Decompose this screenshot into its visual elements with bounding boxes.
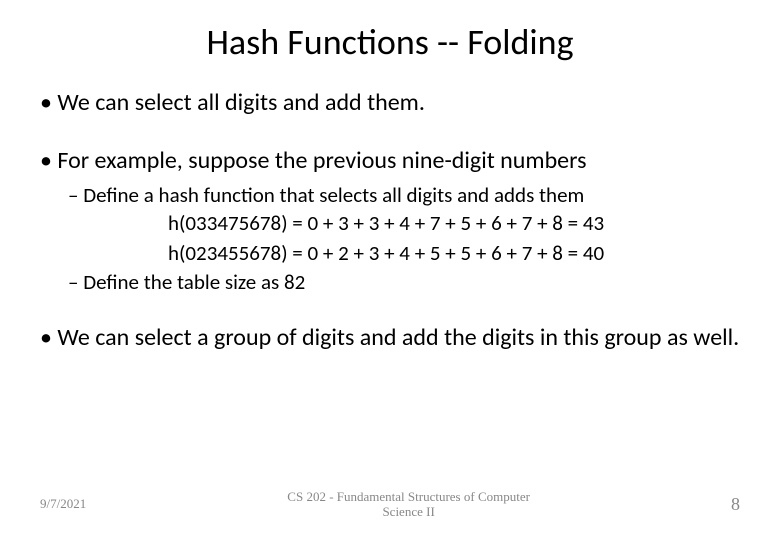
bullet-text: We can select a group of digits and add …	[57, 323, 739, 352]
sub-item: Define the table size as 82	[68, 269, 740, 295]
sub-list: Define a hash function that selects all …	[40, 182, 740, 295]
footer-course: CS 202 - Fundamental Structures of Compu…	[86, 489, 731, 520]
calc-line: h(023455678) = 0 + 2 + 3 + 4 + 5 + 5 + 6…	[68, 240, 740, 267]
footer: 9/7/2021 CS 202 - Fundamental Structures…	[0, 489, 780, 520]
footer-page-number: 8	[731, 494, 740, 515]
footer-course-line: CS 202 - Fundamental Structures of Compu…	[287, 489, 530, 504]
calc-text: h(033475678) = 0 + 3 + 3 + 4 + 7 + 5 + 6…	[168, 210, 740, 237]
bullet-list: We can select all digits and add them. F…	[40, 88, 740, 353]
bullet-item: We can select all digits and add them.	[40, 88, 740, 118]
bullet-text: We can select all digits and add them.	[57, 88, 425, 117]
sub-item: Define a hash function that selects all …	[68, 182, 740, 208]
calc-line: h(033475678) = 0 + 3 + 3 + 4 + 7 + 5 + 6…	[68, 210, 740, 237]
bullet-text: For example, suppose the previous nine-d…	[57, 146, 586, 175]
slide: Hash Functions -- Folding We can select …	[0, 0, 780, 540]
sub-text: Define the table size as 82	[83, 269, 305, 295]
footer-date: 9/7/2021	[40, 496, 86, 512]
bullet-item: We can select a group of digits and add …	[40, 323, 740, 353]
sub-text: Define a hash function that selects all …	[83, 182, 584, 208]
slide-title: Hash Functions -- Folding	[40, 20, 740, 64]
calc-text: h(023455678) = 0 + 2 + 3 + 4 + 5 + 5 + 6…	[168, 240, 740, 267]
bullet-item: For example, suppose the previous nine-d…	[40, 146, 740, 295]
footer-course-line: Science II	[382, 504, 434, 519]
